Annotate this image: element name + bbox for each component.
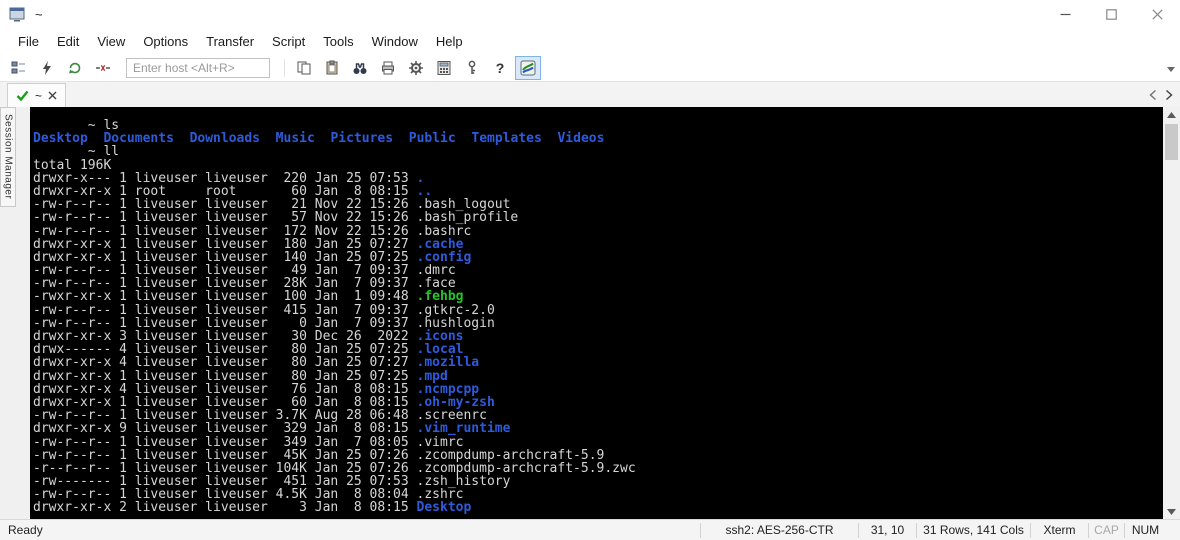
tab-label: ~	[35, 88, 43, 103]
maximize-button[interactable]	[1088, 0, 1134, 28]
toolbar-options-chevron[interactable]	[1165, 64, 1177, 74]
session-tab[interactable]: ~	[7, 83, 67, 107]
key-button[interactable]	[459, 56, 485, 80]
maximize-icon	[1105, 8, 1117, 20]
menu-options[interactable]: Options	[134, 34, 197, 49]
status-num-lock: NUM	[1124, 522, 1166, 538]
status-cursor-position: 31, 10	[858, 522, 916, 538]
tab-scroll-left-icon[interactable]	[1147, 88, 1159, 102]
connect-sessions-icon	[11, 61, 25, 73]
tab-scroll-right-icon[interactable]	[1163, 88, 1175, 102]
scroll-down-arrow[interactable]	[1163, 504, 1180, 519]
session-options-button[interactable]	[403, 56, 429, 80]
menu-edit[interactable]: Edit	[48, 34, 88, 49]
toolbar: ?	[0, 54, 1180, 82]
gear-icon	[409, 60, 423, 75]
toolbar-separator	[284, 58, 285, 77]
connect-button[interactable]	[6, 56, 32, 80]
keypad-icon	[437, 60, 451, 75]
help-button[interactable]: ?	[487, 56, 513, 80]
minimize-button[interactable]	[1042, 0, 1088, 28]
paste-button[interactable]	[319, 56, 345, 80]
scroll-up-arrow[interactable]	[1163, 107, 1180, 122]
terminal-line: drwxr-xr-x 2 liveuser liveuser 3 Jan 8 0…	[33, 500, 472, 516]
close-button[interactable]	[1134, 0, 1180, 28]
host-input[interactable]	[126, 57, 270, 78]
status-ready: Ready	[8, 523, 43, 537]
menu-window[interactable]: Window	[363, 34, 427, 49]
terminal-output: ~ ls Desktop Documents Downloads Music Pi…	[33, 119, 1163, 515]
disconnect-button[interactable]	[90, 56, 116, 80]
securefx-button[interactable]	[515, 55, 541, 80]
terminal[interactable]: ~ ls Desktop Documents Downloads Music Pi…	[30, 107, 1163, 519]
menu-file[interactable]: File	[9, 34, 48, 49]
scrollbar-thumb[interactable]	[1165, 124, 1178, 160]
title-bar: ~	[0, 0, 1180, 28]
connected-check-icon	[16, 90, 29, 101]
menu-tools[interactable]: Tools	[314, 34, 362, 49]
tab-bar: ~	[0, 82, 1180, 107]
securefx-icon	[520, 60, 536, 75]
quick-connect-button[interactable]	[34, 56, 60, 80]
lightning-icon	[43, 60, 51, 75]
binoculars-icon	[353, 62, 367, 74]
status-bar: Ready ssh2: AES-256-CTR 31, 10 31 Rows, …	[0, 519, 1180, 540]
terminal-scrollbar[interactable]	[1163, 107, 1180, 519]
status-encryption: ssh2: AES-256-CTR	[700, 522, 858, 538]
status-emulation: Xterm	[1030, 522, 1088, 538]
print-button[interactable]	[375, 56, 401, 80]
reconnect-icon	[69, 62, 81, 73]
menu-view[interactable]: View	[88, 34, 134, 49]
printer-icon	[382, 61, 394, 74]
main-content: Session Manager ~ ls Desktop Documents Do…	[0, 107, 1180, 519]
status-terminal-size: 31 Rows, 141 Cols	[916, 522, 1030, 538]
menu-help[interactable]: Help	[427, 34, 472, 49]
keypad-button[interactable]	[431, 56, 457, 80]
status-caps-lock: CAP	[1088, 522, 1124, 538]
help-icon: ?	[495, 59, 505, 76]
key-icon	[468, 60, 476, 74]
copy-button[interactable]	[291, 56, 317, 80]
session-manager-tab[interactable]: Session Manager	[0, 107, 16, 207]
terminal-line: ~ ll	[33, 144, 120, 160]
find-button[interactable]	[347, 56, 373, 80]
tab-close-icon[interactable]	[48, 91, 57, 100]
close-icon	[1151, 8, 1163, 20]
menu-bar: File Edit View Options Transfer Script T…	[0, 28, 1180, 54]
paste-icon	[326, 60, 338, 74]
app-icon	[9, 6, 27, 22]
disconnect-icon	[96, 64, 110, 71]
menu-script[interactable]: Script	[263, 34, 314, 49]
copy-icon	[297, 61, 311, 74]
session-manager-pane: Session Manager	[0, 107, 30, 519]
reconnect-button[interactable]	[62, 56, 88, 80]
chevron-down-icon	[1167, 66, 1175, 72]
terminal-line: Desktop Documents Downloads Music Pictur…	[33, 131, 605, 147]
window-title: ~	[35, 6, 43, 22]
window-controls	[1042, 0, 1180, 28]
menu-transfer[interactable]: Transfer	[197, 34, 263, 49]
tab-scroll-controls	[1147, 88, 1175, 102]
